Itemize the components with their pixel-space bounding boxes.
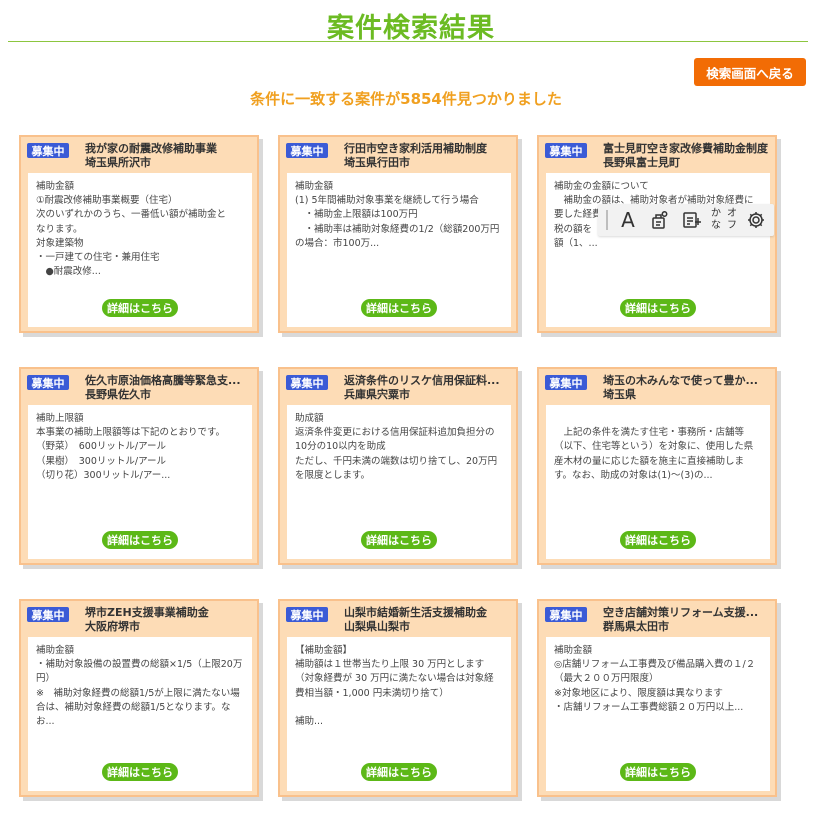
status-badge: 募集中 xyxy=(545,375,587,390)
result-card: 募集中 佐久市原油価格高騰等緊急支... 長野県佐久市 補助上限額 本事業の補助上… xyxy=(19,367,259,565)
status-badge: 募集中 xyxy=(27,607,69,622)
detail-button[interactable]: 詳細はこちら xyxy=(102,299,178,317)
translate-icon[interactable] xyxy=(676,204,708,236)
card-description: 助成額 返済条件変更における信用保証料追加負担分の 10分の10以内を助成 ただ… xyxy=(295,413,498,481)
back-to-search-button[interactable]: 検索画面へ戻る xyxy=(694,58,806,86)
page-title: 案件検索結果 xyxy=(327,13,495,44)
result-card: 募集中 埼玉の木みんなで使って豊か... 埼玉県 上記の条件を満たす住宅・事務所・… xyxy=(537,367,777,565)
title-divider xyxy=(8,41,808,42)
detail-button[interactable]: 詳細はこちら xyxy=(102,531,178,549)
card-description: 補助金の金額について 補助金の額は、補助対象者が補助対象経費に 要した経費 税の… xyxy=(554,181,754,249)
card-description: 補助金額 (1) 5年間補助対象事業を継続して行う場合 ・補助金上限額は100万… xyxy=(295,181,500,249)
detail-button[interactable]: 詳細はこちら xyxy=(361,299,437,317)
result-card: 募集中 行田市空き家利活用補助制度 埼玉県行田市 補助金額 (1) 5年間補助対象… xyxy=(278,135,518,333)
detail-button[interactable]: 詳細はこちら xyxy=(361,531,437,549)
detail-button[interactable]: 詳細はこちら xyxy=(620,299,696,317)
result-card: 募集中 空き店舗対策リフォーム支援... 群馬県太田市 補助金額 ◎店舗リフォーム… xyxy=(537,599,777,797)
detail-button[interactable]: 詳細はこちら xyxy=(620,531,696,549)
detail-button[interactable]: 詳細はこちら xyxy=(620,763,696,781)
detail-button[interactable]: 詳細はこちら xyxy=(102,763,178,781)
toolbar-drag-handle[interactable] xyxy=(602,210,612,230)
card-title[interactable]: 返済条件のリスケ信用保証料... 兵庫県宍粟市 xyxy=(344,374,516,402)
status-badge: 募集中 xyxy=(545,607,587,622)
card-description: 補助金額 ①耐震改修補助事業概要（住宅） 次のいずれかのうち、一番低い額が補助金… xyxy=(36,181,227,278)
status-badge: 募集中 xyxy=(286,607,328,622)
card-title[interactable]: 空き店舗対策リフォーム支援... 群馬県太田市 xyxy=(603,606,775,634)
speech-icon[interactable] xyxy=(644,204,676,236)
kana-toggle[interactable]: かな オフ xyxy=(708,204,740,236)
status-badge: 募集中 xyxy=(545,143,587,158)
result-card: 募集中 我が家の耐震改修補助事業 埼玉県所沢市 補助金額 ①耐震改修補助事業概要（… xyxy=(19,135,259,333)
card-title[interactable]: 行田市空き家利活用補助制度 埼玉県行田市 xyxy=(344,142,516,170)
card-description: 上記の条件を満たす住宅・事務所・店舗等 （以下、住宅等という）を対象に、使用した… xyxy=(554,427,754,481)
floating-toolbar: A かな オフ xyxy=(598,204,774,236)
card-title[interactable]: 我が家の耐震改修補助事業 埼玉県所沢市 xyxy=(85,142,257,170)
status-badge: 募集中 xyxy=(27,143,69,158)
card-title[interactable]: 堺市ZEH支援事業補助金 大阪府堺市 xyxy=(85,606,257,634)
result-card: 募集中 山梨市結婚新生活支援補助金 山梨県山梨市 【補助金額】 補助額は１世帯当た… xyxy=(278,599,518,797)
card-description: 補助金額 ◎店舗リフォーム工事費及び備品購入費の１/２ （最大２００万円限度） … xyxy=(554,645,756,713)
status-badge: 募集中 xyxy=(286,143,328,158)
result-card: 募集中 堺市ZEH支援事業補助金 大阪府堺市 補助金額 ・補助対象設備の設置費の総… xyxy=(19,599,259,797)
card-title[interactable]: 佐久市原油価格高騰等緊急支... 長野県佐久市 xyxy=(85,374,257,402)
card-description: 【補助金額】 補助額は１世帯当たり上限 30 万円とします （対象経費が 30 … xyxy=(295,645,494,728)
card-description: 補助上限額 本事業の補助上限額等は下記のとおりです。 （野菜） 600リットル/… xyxy=(36,413,226,481)
card-title[interactable]: 山梨市結婚新生活支援補助金 山梨県山梨市 xyxy=(344,606,516,634)
detail-button[interactable]: 詳細はこちら xyxy=(361,763,437,781)
gear-icon[interactable] xyxy=(740,204,772,236)
status-badge: 募集中 xyxy=(27,375,69,390)
card-description: 補助金額 ・補助対象設備の設置費の総額×1/5（上限20万 円） ※ 補助対象経… xyxy=(36,645,243,728)
result-summary: 条件に一致する案件が5854件見つかりました xyxy=(250,90,562,108)
status-badge: 募集中 xyxy=(286,375,328,390)
result-card: 募集中 返済条件のリスケ信用保証料... 兵庫県宍粟市 助成額 返済条件変更におけ… xyxy=(278,367,518,565)
card-title[interactable]: 富士見町空き家改修費補助金制度 長野県富士見町 xyxy=(603,142,775,170)
text-size-icon[interactable]: A xyxy=(612,204,644,236)
card-title[interactable]: 埼玉の木みんなで使って豊か... 埼玉県 xyxy=(603,374,775,402)
